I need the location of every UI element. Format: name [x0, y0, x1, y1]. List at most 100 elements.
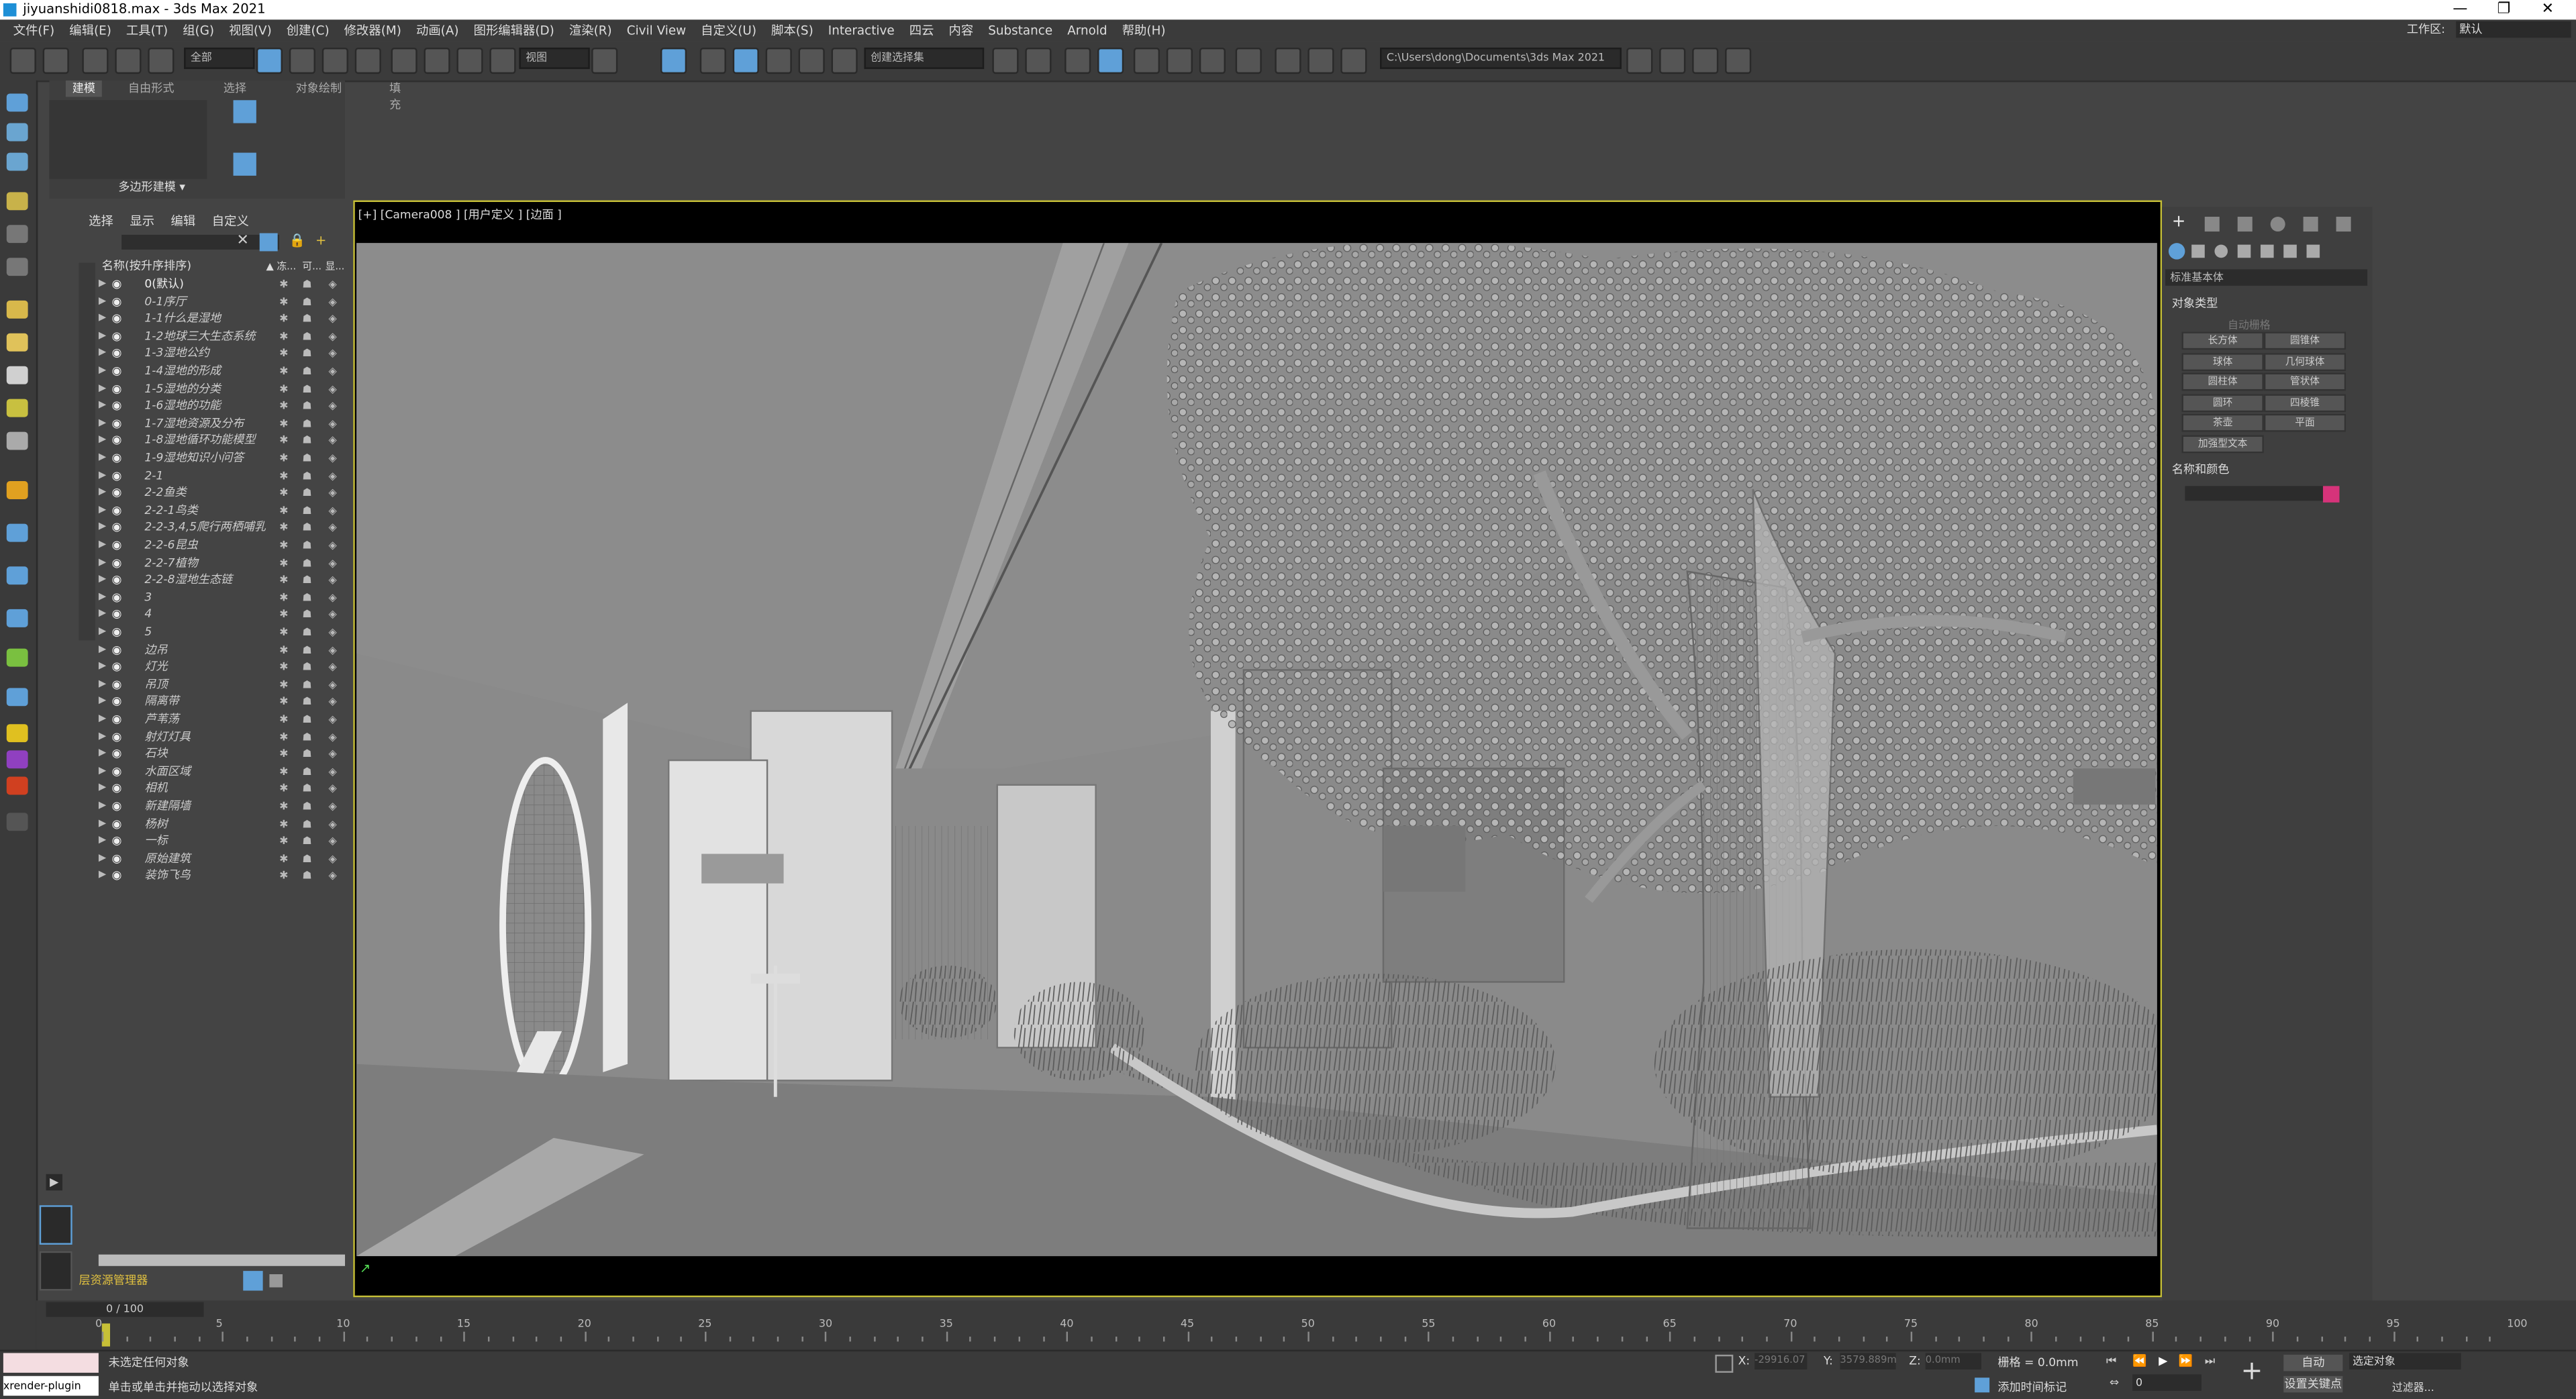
- visibility-eye-icon[interactable]: ◉: [111, 380, 121, 398]
- sphere-icon[interactable]: [6, 333, 28, 352]
- freeze-icon[interactable]: ✱: [279, 502, 288, 519]
- time-tag-icon[interactable]: [1975, 1378, 1990, 1393]
- named-selection-dropdown[interactable]: 创建选择集: [864, 47, 985, 69]
- menu-item-12[interactable]: 脚本(S): [771, 23, 813, 38]
- freeze-icon[interactable]: ✱: [279, 815, 288, 833]
- visibility-eye-icon[interactable]: ◉: [111, 694, 121, 711]
- misc-icon[interactable]: [6, 813, 28, 831]
- freeze-icon[interactable]: ✱: [279, 850, 288, 868]
- renderable-icon[interactable]: ☗: [302, 346, 311, 363]
- layer-row[interactable]: ▶ ◉ 0(默认) ✱ ☗ ◈: [99, 276, 348, 293]
- display-icon[interactable]: ◈: [329, 572, 337, 589]
- visibility-eye-icon[interactable]: ◉: [111, 676, 121, 694]
- project-folder-icon[interactable]: [1626, 47, 1653, 74]
- visibility-eye-icon[interactable]: ◉: [111, 346, 121, 363]
- expand-arrow-icon[interactable]: ▶: [99, 607, 106, 624]
- select-by-name-icon[interactable]: [289, 47, 315, 74]
- menu-item-9[interactable]: 渲染(R): [569, 23, 612, 38]
- go-to-start-icon[interactable]: ⏮: [2106, 1355, 2116, 1369]
- display-icon[interactable]: ◈: [329, 850, 337, 868]
- spline-icon[interactable]: [6, 566, 28, 585]
- layer-explorer-icon[interactable]: [243, 1271, 263, 1291]
- display-icon[interactable]: ◈: [329, 380, 337, 398]
- freeze-icon[interactable]: ✱: [279, 346, 288, 363]
- display-icon[interactable]: ◈: [329, 624, 337, 641]
- freeze-icon[interactable]: ✱: [279, 328, 288, 346]
- column-name-header[interactable]: 名称(按升序排序): [102, 258, 191, 274]
- helpers-tab-icon[interactable]: [2261, 244, 2274, 258]
- menu-item-5[interactable]: 创建(C): [287, 23, 330, 38]
- primitive-button[interactable]: 加强型文本: [2181, 435, 2264, 454]
- layer-row[interactable]: ▶ ◉ 1-6湿地的功能 ✱ ☗ ◈: [99, 398, 348, 415]
- next-frame-icon[interactable]: ⏩: [2179, 1355, 2193, 1368]
- layer-row[interactable]: ▶ ◉ 隔离带 ✱ ☗ ◈: [99, 694, 348, 711]
- display-icon[interactable]: ◈: [329, 607, 337, 624]
- expand-arrow-icon[interactable]: ▶: [99, 502, 106, 519]
- deform-icon[interactable]: [6, 481, 28, 499]
- primitive-button[interactable]: 几何球体: [2263, 352, 2346, 371]
- visibility-eye-icon[interactable]: ◉: [111, 833, 121, 850]
- renderable-icon[interactable]: ☗: [302, 676, 311, 694]
- utilities-tab-icon[interactable]: [2336, 217, 2351, 232]
- layer-row[interactable]: ▶ ◉ 2-2鱼类 ✱ ☗ ◈: [99, 484, 348, 502]
- display-icon[interactable]: ◈: [329, 467, 337, 484]
- freeze-icon[interactable]: ✱: [279, 745, 288, 763]
- display-icon[interactable]: ◈: [329, 502, 337, 519]
- display-icon[interactable]: ◈: [329, 537, 337, 554]
- render-setup-icon[interactable]: [1275, 47, 1301, 74]
- freeze-icon[interactable]: ✱: [279, 519, 288, 537]
- renderable-icon[interactable]: ☗: [302, 572, 311, 589]
- renderable-icon[interactable]: ☗: [302, 729, 311, 746]
- layer-row[interactable]: ▶ ◉ 边吊 ✱ ☗ ◈: [99, 641, 348, 659]
- motion-tab-icon[interactable]: [2270, 217, 2285, 232]
- visibility-eye-icon[interactable]: ◉: [111, 433, 121, 450]
- renderable-icon[interactable]: ☗: [302, 293, 311, 311]
- display-icon[interactable]: ◈: [329, 641, 337, 659]
- renderable-icon[interactable]: ☗: [302, 484, 311, 502]
- renderable-icon[interactable]: ☗: [302, 450, 311, 468]
- toggle-layer-explorer-icon[interactable]: [1097, 47, 1124, 74]
- renderable-icon[interactable]: ☗: [302, 711, 311, 729]
- tab-object-paint[interactable]: 对象绘制: [296, 81, 342, 97]
- visibility-eye-icon[interactable]: ◉: [111, 815, 121, 833]
- undo-icon[interactable]: [9, 47, 36, 74]
- renderable-icon[interactable]: ☗: [302, 380, 311, 398]
- renderable-icon[interactable]: ☗: [302, 624, 311, 641]
- layer-row[interactable]: ▶ ◉ 石块 ✱ ☗ ◈: [99, 745, 348, 763]
- layer-row[interactable]: ▶ ◉ 2-2-8湿地生态链 ✱ ☗ ◈: [99, 572, 348, 589]
- freeze-icon[interactable]: ✱: [279, 276, 288, 293]
- toggle-ribbon-icon[interactable]: [1133, 47, 1160, 74]
- angle-snap-icon[interactable]: [732, 47, 759, 74]
- display-tab-icon[interactable]: [2303, 217, 2318, 232]
- key-filters-button[interactable]: 过滤器...: [2392, 1378, 2434, 1394]
- x-coordinate-field[interactable]: -29916.07: [1754, 1353, 1807, 1369]
- weld-icon[interactable]: [6, 523, 28, 542]
- display-icon[interactable]: ◈: [329, 433, 337, 450]
- name-and-color-rollout[interactable]: 名称和颜色: [2172, 462, 2230, 478]
- renderable-icon[interactable]: ☗: [302, 433, 311, 450]
- freeze-icon[interactable]: ✱: [279, 833, 288, 850]
- edit-named-selection-icon[interactable]: [831, 47, 858, 74]
- layer-row[interactable]: ▶ ◉ 1-2地球三大生态系统 ✱ ☗ ◈: [99, 328, 348, 346]
- bind-space-warp-icon[interactable]: [148, 47, 175, 74]
- primitive-button[interactable]: 球体: [2181, 352, 2264, 371]
- menu-item-18[interactable]: 帮助(H): [1122, 23, 1166, 38]
- expand-arrow-icon[interactable]: ▶: [99, 328, 106, 346]
- ribbon-graphite-icon[interactable]: [233, 100, 256, 123]
- maximize-button[interactable]: ❐: [2497, 0, 2511, 19]
- layer-row[interactable]: ▶ ◉ 2-1 ✱ ☗ ◈: [99, 467, 348, 484]
- freeze-icon[interactable]: ✱: [279, 868, 288, 885]
- layer-row[interactable]: ▶ ◉ 1-1什么是湿地 ✱ ☗ ◈: [99, 311, 348, 328]
- visibility-eye-icon[interactable]: ◉: [111, 467, 121, 484]
- modify-icon[interactable]: [6, 123, 28, 142]
- add-layer-icon[interactable]: +: [315, 234, 326, 248]
- visibility-eye-icon[interactable]: ◉: [111, 502, 121, 519]
- select-object-icon[interactable]: [256, 47, 283, 74]
- curve-editor-icon[interactable]: [1166, 47, 1193, 74]
- visibility-eye-icon[interactable]: ◉: [111, 328, 121, 346]
- menu-item-14[interactable]: 四云: [909, 23, 934, 38]
- visibility-eye-icon[interactable]: ◉: [111, 641, 121, 659]
- y-coordinate-field[interactable]: 3579.889m: [1840, 1353, 1897, 1369]
- menu-item-6[interactable]: 修改器(M): [344, 23, 401, 38]
- expand-arrow-icon[interactable]: ▶: [99, 537, 106, 554]
